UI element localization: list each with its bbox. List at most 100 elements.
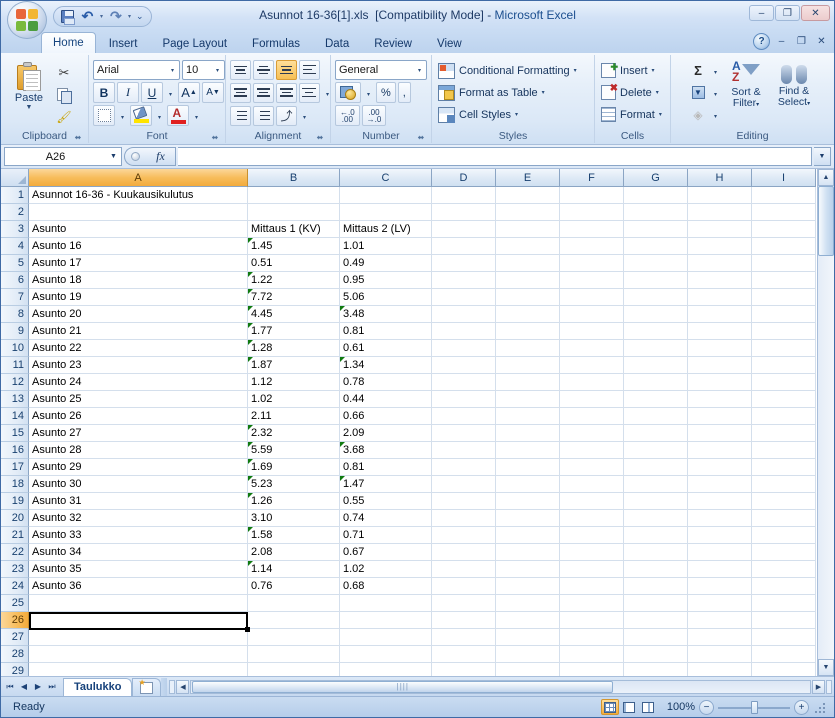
cell-I17[interactable] [752,459,816,476]
row-header-3[interactable]: 3 [1,221,29,238]
cell-B9[interactable]: 1.77 [248,323,340,340]
cell-A23[interactable]: Asunto 35 [29,561,248,578]
cell-D17[interactable] [432,459,496,476]
row-header-7[interactable]: 7 [1,289,29,306]
cell-D26[interactable] [432,612,496,629]
cell-B26[interactable] [248,612,340,629]
format-painter-button[interactable]: 🖌 [53,106,75,127]
cell-A18[interactable]: Asunto 30 [29,476,248,493]
insert-dropdown-icon[interactable]: ▾ [652,67,655,74]
autosum-button[interactable]: Σ [688,61,708,80]
cell-G16[interactable] [624,442,688,459]
cell-D18[interactable] [432,476,496,493]
tab-insert[interactable]: Insert [97,33,150,53]
fill-color-dropdown-icon[interactable]: ▾ [154,105,165,126]
tab-page-layout[interactable]: Page Layout [150,33,239,53]
cell-E1[interactable] [496,187,560,204]
cell-A2[interactable] [29,204,248,221]
row-header-4[interactable]: 4 [1,238,29,255]
cell-D12[interactable] [432,374,496,391]
cell-I9[interactable] [752,323,816,340]
cell-H18[interactable] [688,476,752,493]
cell-G26[interactable] [624,612,688,629]
accounting-dropdown-icon[interactable]: ▾ [363,82,374,103]
cell-G18[interactable] [624,476,688,493]
insert-worksheet-button[interactable] [132,678,161,696]
cell-F26[interactable] [560,612,624,629]
cell-D15[interactable] [432,425,496,442]
cell-A20[interactable]: Asunto 32 [29,510,248,527]
cell-A28[interactable] [29,646,248,663]
cell-H29[interactable] [688,663,752,676]
cell-H5[interactable] [688,255,752,272]
cell-G2[interactable] [624,204,688,221]
cell-styles-button[interactable]: Cell Styles ▾ [436,104,581,125]
cell-C20[interactable]: 0.74 [340,510,432,527]
expand-formula-bar-icon[interactable]: ▼ [814,147,831,166]
cell-A13[interactable]: Asunto 25 [29,391,248,408]
cell-I2[interactable] [752,204,816,221]
cell-F13[interactable] [560,391,624,408]
decrease-decimal-button[interactable]: .00 →.0 [362,105,387,126]
cell-G6[interactable] [624,272,688,289]
cell-C26[interactable] [340,612,432,629]
borders-button[interactable] [93,105,115,126]
cell-B2[interactable] [248,204,340,221]
column-header-a[interactable]: A [29,169,248,187]
cell-A10[interactable]: Asunto 22 [29,340,248,357]
cell-C5[interactable]: 0.49 [340,255,432,272]
cell-E21[interactable] [496,527,560,544]
row-header-21[interactable]: 21 [1,527,29,544]
middle-align-button[interactable] [253,60,274,80]
cell-D29[interactable] [432,663,496,676]
cell-H9[interactable] [688,323,752,340]
cell-E14[interactable] [496,408,560,425]
cell-C10[interactable]: 0.61 [340,340,432,357]
zoom-level[interactable]: 100% [661,701,695,713]
merge-center-button[interactable] [299,83,320,103]
cell-C17[interactable]: 0.81 [340,459,432,476]
row-header-27[interactable]: 27 [1,629,29,646]
cell-F3[interactable] [560,221,624,238]
doc-minimize-button[interactable]: – [773,34,790,49]
column-header-g[interactable]: G [624,169,688,187]
cell-A19[interactable]: Asunto 31 [29,493,248,510]
cell-B23[interactable]: 1.14 [248,561,340,578]
page-break-view-button[interactable] [639,699,657,715]
cell-C22[interactable]: 0.67 [340,544,432,561]
cell-D19[interactable] [432,493,496,510]
vertical-scrollbar[interactable]: ▲ ▼ [817,169,834,676]
fill-dropdown-icon[interactable]: ▾ [710,82,721,103]
cell-B25[interactable] [248,595,340,612]
horizontal-scroll-thumb[interactable]: |||| [192,681,613,693]
cell-H2[interactable] [688,204,752,221]
cell-F7[interactable] [560,289,624,306]
cell-A16[interactable]: Asunto 28 [29,442,248,459]
align-left-button[interactable] [230,83,251,103]
cell-E4[interactable] [496,238,560,255]
format-as-table-dropdown-icon[interactable]: ▾ [542,89,545,96]
orientation-dropdown-icon[interactable]: ▾ [299,105,310,126]
cell-E15[interactable] [496,425,560,442]
shrink-font-button[interactable]: A▼ [202,82,224,103]
cell-B16[interactable]: 5.59 [248,442,340,459]
cell-G9[interactable] [624,323,688,340]
cell-I14[interactable] [752,408,816,425]
sheet-tab-taulukko[interactable]: Taulukko [63,678,132,696]
cell-E2[interactable] [496,204,560,221]
font-size-combo[interactable]: 10 ▾ [182,60,225,80]
cell-D27[interactable] [432,629,496,646]
find-select-button[interactable]: Find & Select▾ [771,60,817,110]
cell-H12[interactable] [688,374,752,391]
font-color-dropdown-icon[interactable]: ▾ [191,105,202,126]
cell-G25[interactable] [624,595,688,612]
cell-A14[interactable]: Asunto 26 [29,408,248,425]
row-header-25[interactable]: 25 [1,595,29,612]
cell-E11[interactable] [496,357,560,374]
cell-I28[interactable] [752,646,816,663]
top-align-button[interactable] [230,60,251,80]
cell-H11[interactable] [688,357,752,374]
cell-H3[interactable] [688,221,752,238]
orientation-button[interactable]: ⤴ [276,106,297,126]
cell-F5[interactable] [560,255,624,272]
